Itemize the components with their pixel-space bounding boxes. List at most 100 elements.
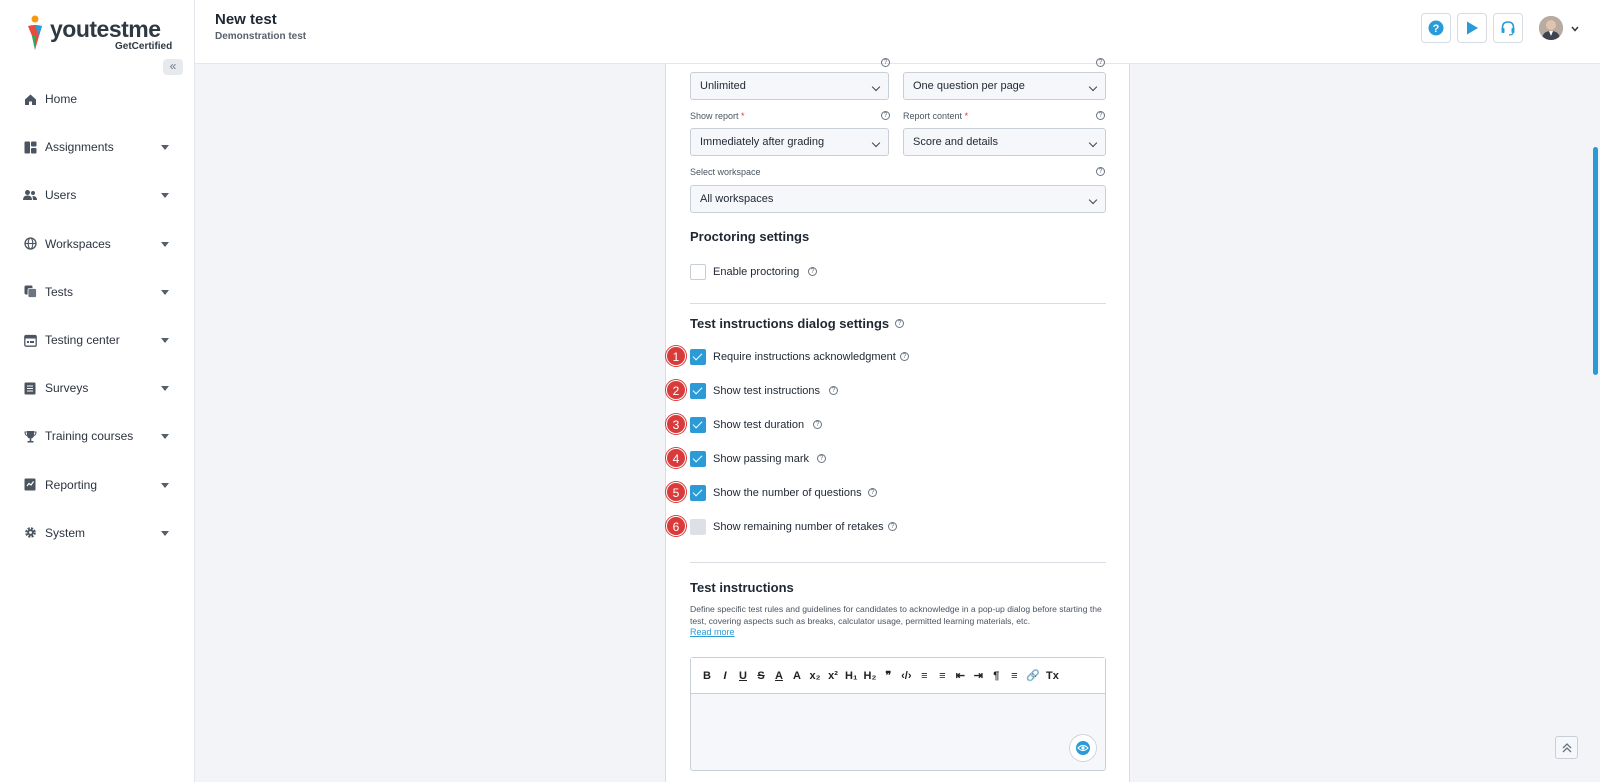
help-circle-icon[interactable]: ? — [881, 111, 890, 120]
text-direction-button[interactable]: ¶ — [990, 670, 1002, 682]
strikethrough-button[interactable]: S — [755, 670, 767, 682]
page-header: New test Demonstration test ? — [195, 0, 1600, 64]
show-instructions-checkbox[interactable] — [690, 383, 706, 399]
indent-button[interactable]: ⇥ — [972, 669, 984, 682]
report-icon — [23, 478, 37, 492]
clear-format-button[interactable]: Tx — [1046, 670, 1059, 682]
option-label: Require instructions acknowledgment — [713, 351, 896, 363]
option-label: Show passing mark — [713, 453, 809, 465]
help-circle-icon[interactable]: ? — [1096, 58, 1105, 67]
instructions-editor[interactable]: B I U S A Ax₂ x² H₁ H₂ ❞ ‹/› ≡ ≡ ⇤ ⇥ ¶ ≡ 🔗 Tx — [690, 657, 1106, 771]
heading1-button[interactable]: H₁ — [845, 670, 858, 682]
logo[interactable]: youtestme GetCertified — [24, 14, 174, 54]
superscript-button[interactable]: x² — [827, 670, 839, 682]
read-more-link[interactable]: Read more — [690, 627, 735, 637]
svg-text:?: ? — [1433, 23, 1440, 35]
caret-down-icon — [161, 241, 169, 247]
underline-button[interactable]: U — [737, 670, 749, 682]
sidebar-item-label: Reporting — [45, 477, 98, 492]
font-color-button[interactable]: A — [773, 670, 785, 682]
help-circle-icon[interactable]: ? — [1096, 167, 1105, 176]
report-content-select[interactable]: Score and details — [903, 128, 1106, 156]
code-button[interactable]: ‹/› — [900, 670, 912, 682]
bullet-list-button[interactable]: ≡ — [936, 670, 948, 682]
help-circle-icon[interactable]: ? — [868, 488, 877, 497]
help-circle-icon[interactable]: ? — [888, 522, 897, 531]
scroll-to-top-button[interactable] — [1555, 736, 1578, 759]
show-remaining-retakes-checkbox[interactable] — [690, 519, 706, 535]
show-report-select[interactable]: Immediately after grading — [690, 128, 889, 156]
sidebar-item-training-courses[interactable]: Training courses — [0, 412, 195, 460]
logo-mark-icon — [28, 15, 42, 50]
test-instructions-title: Test instructions — [690, 580, 794, 595]
double-chevron-left-icon: « — [169, 59, 177, 73]
help-circle-icon[interactable]: ? — [895, 319, 904, 328]
question-layout-select[interactable]: One question per page — [903, 72, 1106, 100]
sidebar-item-tests[interactable]: Tests — [0, 268, 195, 316]
help-circle-icon[interactable]: ? — [900, 352, 909, 361]
caret-down-icon — [161, 145, 169, 151]
test-settings-panel: ? ? Unlimited One question per page Show… — [665, 58, 1130, 782]
link-button[interactable]: 🔗 — [1026, 669, 1040, 682]
sidebar-item-system[interactable]: System — [0, 509, 195, 557]
show-duration-checkbox[interactable] — [690, 417, 706, 433]
preview-button[interactable] — [1069, 734, 1097, 762]
sidebar-item-surveys[interactable]: Surveys — [0, 364, 195, 412]
double-chevron-up-icon — [1562, 742, 1571, 752]
bold-button[interactable]: B — [701, 670, 713, 682]
users-icon — [23, 188, 37, 202]
sidebar: youtestme GetCertified « Home Assignment… — [0, 0, 195, 782]
step-badge: 3 — [666, 414, 686, 434]
caret-down-icon — [161, 193, 169, 199]
proctoring-settings-title: Proctoring settings — [690, 229, 810, 244]
help-circle-icon[interactable]: ? — [1096, 111, 1105, 120]
caret-down-icon — [161, 482, 169, 488]
enable-proctoring-checkbox[interactable] — [690, 264, 706, 280]
highlight-button[interactable]: A — [791, 670, 803, 682]
ordered-list-button[interactable]: ≡ — [918, 670, 930, 682]
help-circle-icon[interactable]: ? — [881, 58, 890, 67]
sidebar-item-users[interactable]: Users — [0, 171, 195, 219]
caret-down-icon — [161, 338, 169, 344]
help-circle-icon[interactable]: ? — [813, 420, 822, 429]
heading2-button[interactable]: H₂ — [864, 670, 877, 682]
sidebar-item-testing-center[interactable]: Testing center — [0, 316, 195, 364]
sidebar-item-home[interactable]: Home — [0, 75, 195, 123]
help-circle-icon[interactable]: ? — [808, 267, 817, 276]
align-button[interactable]: ≡ — [1008, 670, 1020, 682]
avatar-image — [1539, 16, 1563, 40]
sidebar-item-workspaces[interactable]: Workspaces — [0, 220, 195, 268]
unlimited-select[interactable]: Unlimited — [690, 72, 889, 100]
select-workspace-label: Select workspace — [690, 167, 761, 177]
show-passing-mark-checkbox[interactable] — [690, 451, 706, 467]
help-button[interactable]: ? — [1421, 13, 1451, 43]
chevron-down-icon[interactable] — [1571, 26, 1579, 32]
sidebar-item-assignments[interactable]: Assignments — [0, 123, 195, 171]
sidebar-item-reporting[interactable]: Reporting — [0, 461, 195, 509]
help-circle-icon[interactable]: ? — [829, 386, 838, 395]
page-title: New test — [215, 11, 277, 28]
subscript-button[interactable]: x₂ — [809, 670, 821, 682]
italic-button[interactable]: I — [719, 670, 731, 682]
home-icon — [23, 92, 37, 106]
workspace-select[interactable]: All workspaces — [690, 185, 1106, 213]
user-avatar[interactable] — [1539, 16, 1563, 40]
chevron-down-icon — [871, 138, 881, 148]
sidebar-item-label: Training courses — [45, 429, 134, 444]
chevron-down-icon — [871, 82, 881, 92]
test-instructions-description: Define specific test rules and guideline… — [690, 604, 1102, 626]
support-button[interactable] — [1493, 13, 1523, 43]
show-number-of-questions-checkbox[interactable] — [690, 485, 706, 501]
step-badge: 1 — [666, 346, 686, 366]
quote-button[interactable]: ❞ — [882, 669, 894, 682]
scrollbar-thumb[interactable] — [1593, 147, 1598, 375]
outdent-button[interactable]: ⇤ — [954, 669, 966, 682]
collapse-sidebar-button[interactable]: « — [163, 59, 183, 75]
require-acknowledgment-checkbox[interactable] — [690, 349, 706, 365]
help-circle-icon[interactable]: ? — [817, 454, 826, 463]
help-icon: ? — [1428, 20, 1444, 36]
eye-icon — [1076, 741, 1090, 755]
play-button[interactable] — [1457, 13, 1487, 43]
sidebar-item-label: System — [45, 525, 86, 540]
chevron-down-icon — [1088, 138, 1098, 148]
